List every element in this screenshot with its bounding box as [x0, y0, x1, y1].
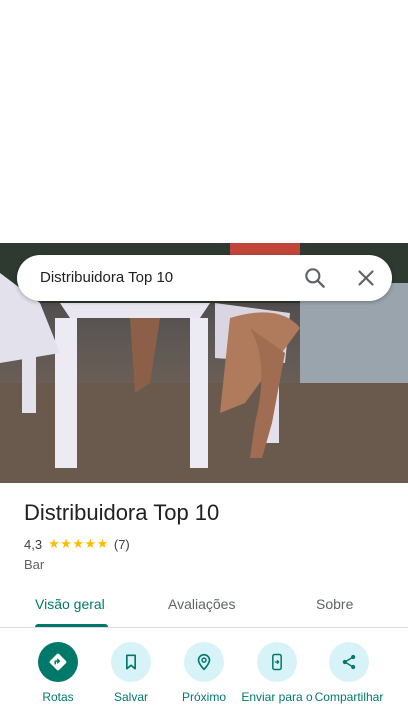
nearby-label: Próximo [181, 690, 226, 704]
place-title: Distribuidora Top 10 [24, 500, 220, 525]
directions-label: Rotas [42, 690, 74, 704]
rating-row[interactable]: 4,3 ★★★★★ (7) [24, 536, 130, 552]
tab-overview[interactable]: Visão geral [35, 596, 105, 612]
send-to-phone-icon [257, 642, 297, 682]
star-rating-icon: ★★★★★ [48, 536, 109, 551]
save-label: Salvar [113, 690, 148, 704]
send-to-phone-button[interactable]: Enviar para o [239, 642, 315, 704]
search-icon[interactable] [302, 265, 328, 291]
bookmark-icon [111, 642, 151, 682]
search-input[interactable]: Distribuidora Top 10 [40, 269, 173, 286]
save-button[interactable]: Salvar [93, 642, 169, 704]
active-tab-indicator [35, 624, 108, 627]
tab-about[interactable]: Sobre [316, 596, 353, 612]
share-button[interactable]: Compartilhar [311, 642, 387, 704]
search-bar[interactable]: Distribuidora Top 10 [17, 255, 392, 301]
directions-button[interactable]: Rotas [20, 642, 96, 704]
directions-icon [38, 642, 78, 682]
share-label: Compartilhar [314, 690, 384, 704]
close-icon[interactable] [353, 265, 379, 291]
share-icon [329, 642, 369, 682]
nearby-icon [184, 642, 224, 682]
tab-reviews[interactable]: Avaliações [168, 596, 235, 612]
review-count: (7) [113, 536, 130, 552]
nearby-button[interactable]: Próximo [166, 642, 242, 704]
place-category: Bar [24, 557, 45, 572]
send-to-phone-label: Enviar para o [241, 690, 313, 704]
tab-bar: Visão geral Avaliações Sobre [0, 586, 408, 628]
rating-value: 4,3 [24, 536, 43, 552]
